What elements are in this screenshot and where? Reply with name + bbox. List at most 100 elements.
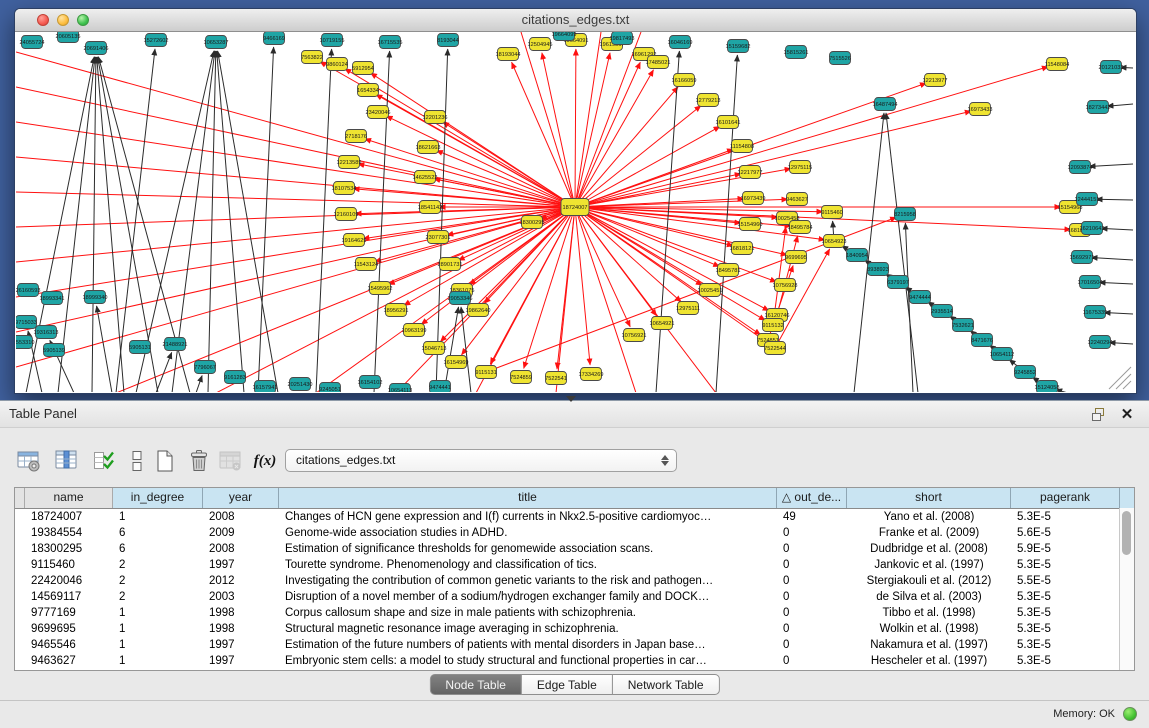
graph-node[interactable]: 18107534 (332, 182, 357, 195)
graph-node[interactable]: 21488921 (163, 338, 188, 351)
close-panel-icon[interactable]: ✕ (1117, 405, 1137, 423)
cell-year[interactable]: 1998 (203, 621, 279, 637)
graph-node[interactable]: 9115131 (475, 366, 496, 379)
graph-node[interactable]: 7522544 (764, 342, 786, 355)
table-row[interactable]: 911546021997Tourette syndrome. Phenomeno… (15, 557, 1134, 573)
graph-node[interactable]: 15495962 (368, 282, 393, 295)
table-row[interactable]: 946554611997Estimation of the future num… (15, 637, 1134, 653)
tab-network-table[interactable]: Network Table (613, 674, 720, 695)
graph-node[interactable]: 15124058 (1035, 381, 1060, 393)
cell-pagerank[interactable]: 5.3E-5 (1011, 509, 1120, 525)
create-column-icon[interactable] (148, 445, 182, 477)
delete-table-icon[interactable] (214, 445, 248, 477)
graph-node[interactable]: 10654921 (650, 317, 675, 330)
cell-short[interactable]: de Silva et al. (2003) (847, 589, 1011, 605)
cell-year[interactable]: 2008 (203, 541, 279, 557)
column-header-title[interactable]: title (279, 488, 777, 508)
graph-node[interactable]: 8938923 (867, 263, 889, 276)
cell-name[interactable]: 22420046 (25, 573, 113, 589)
column-header-name[interactable]: name (25, 488, 113, 508)
cell-pagerank[interactable]: 5.6E-5 (1011, 525, 1120, 541)
graph-node[interactable]: 9474444 (909, 291, 931, 304)
cell-in_degree[interactable]: 1 (113, 653, 203, 669)
graph-node[interactable]: 26160593 (16, 284, 40, 297)
graph-node[interactable]: 18956291 (384, 304, 409, 317)
graph-node[interactable]: 28901731 (438, 258, 463, 271)
graph-node[interactable]: 8193044 (437, 34, 459, 47)
cell-pagerank[interactable]: 5.3E-5 (1011, 605, 1120, 621)
cell-title[interactable]: Changes of HCN gene expression and I(f) … (279, 509, 777, 525)
table-row[interactable]: 1456911722003Disruption of a novel membe… (15, 589, 1134, 605)
graph-node[interactable]: 18300295 (520, 216, 545, 229)
tab-edge-table[interactable]: Edge Table (522, 674, 613, 695)
graph-node[interactable]: 10654923 (822, 235, 847, 248)
cell-year[interactable]: 2012 (203, 573, 279, 589)
cell-title[interactable]: Embryonic stem cells: a model to study s… (279, 653, 777, 669)
cell-title[interactable]: Genome-wide association studies in ADHD. (279, 525, 777, 541)
graph-node[interactable]: 19664099 (552, 32, 577, 41)
graph-node[interactable]: 12779213 (696, 94, 721, 107)
graph-node[interactable]: 9463627 (786, 193, 808, 206)
graph-node[interactable]: 5912954 (352, 62, 374, 75)
graph-node[interactable]: 14625522 (413, 171, 438, 184)
graph-node[interactable]: 24055724 (20, 36, 45, 49)
cell-title[interactable]: Estimation of significance thresholds fo… (279, 541, 777, 557)
graph-node[interactable]: 15154960 (738, 218, 763, 231)
graph-node[interactable]: 16046169 (668, 36, 693, 49)
graph-node[interactable]: 16154969 (444, 356, 469, 369)
graph-node[interactable]: 15159682 (726, 40, 751, 53)
cell-out_degree[interactable]: 0 (777, 573, 847, 589)
graph-node[interactable]: 17016504 (1078, 276, 1103, 289)
cell-name[interactable]: 9115460 (25, 557, 113, 573)
graph-node[interactable]: 16210643 (1080, 222, 1105, 235)
graph-node[interactable]: 19316313 (34, 326, 59, 339)
graph-node[interactable]: 11675339 (1083, 306, 1107, 319)
graph-node[interactable]: 12213977 (923, 74, 948, 87)
graph-node[interactable]: 10756928 (773, 279, 798, 292)
cell-name[interactable]: 9463627 (25, 653, 113, 669)
cell-in_degree[interactable]: 1 (113, 509, 203, 525)
graph-node[interactable]: 10654113 (388, 384, 412, 393)
graph-node[interactable]: 12504945 (528, 38, 553, 51)
cell-short[interactable]: Franke et al. (2009) (847, 525, 1011, 541)
graph-node[interactable]: 8215958 (894, 208, 916, 221)
select-columns-icon[interactable] (88, 445, 122, 477)
cell-in_degree[interactable]: 2 (113, 557, 203, 573)
cell-title[interactable]: Estimation of the future numbers of pati… (279, 637, 777, 653)
cell-in_degree[interactable]: 2 (113, 573, 203, 589)
graph-node[interactable]: 20121033 (1099, 61, 1124, 74)
cell-year[interactable]: 2008 (203, 509, 279, 525)
delete-column-icon[interactable] (182, 445, 216, 477)
graph-node[interactable]: 10963199 (402, 324, 427, 337)
graph-node[interactable]: 17334269 (579, 368, 604, 381)
graph-node[interactable]: 19164629 (342, 234, 367, 247)
cell-year[interactable]: 1997 (203, 653, 279, 669)
graph-node[interactable]: 12213589 (337, 156, 362, 169)
cell-pagerank[interactable]: 5.9E-5 (1011, 541, 1120, 557)
column-header-in_degree[interactable]: in_degree (113, 488, 203, 508)
cell-short[interactable]: Stergiakouli et al. (2012) (847, 573, 1011, 589)
cell-in_degree[interactable]: 6 (113, 541, 203, 557)
graph-node[interactable]: 17485021 (646, 56, 671, 69)
graph-node[interactable]: 18621663 (416, 141, 441, 154)
table-vertical-scrollbar[interactable] (1119, 508, 1134, 670)
cell-short[interactable]: Yano et al. (2008) (847, 509, 1011, 525)
graph-node[interactable]: 18495784 (788, 221, 813, 234)
graph-node[interactable]: 16973439 (741, 192, 766, 205)
graph-node[interactable]: 18193044 (496, 48, 521, 61)
cell-title[interactable]: Tourette syndrome. Phenomenology and cla… (279, 557, 777, 573)
function-builder-icon[interactable]: f(x) (248, 445, 282, 477)
cell-name[interactable]: 9777169 (25, 605, 113, 621)
cell-in_degree[interactable]: 1 (113, 637, 203, 653)
cell-pagerank[interactable]: 5.5E-5 (1011, 573, 1120, 589)
zoom-window-icon[interactable] (77, 14, 89, 26)
graph-node[interactable]: 18541142 (418, 201, 442, 214)
graph-node[interactable]: 16973433 (968, 103, 993, 116)
graph-node[interactable]: 7563822 (301, 51, 323, 64)
table-mode-icon[interactable] (12, 445, 46, 477)
minimize-window-icon[interactable] (57, 14, 69, 26)
table-row[interactable]: 2242004622012Investigating the contribut… (15, 573, 1134, 589)
cell-in_degree[interactable]: 1 (113, 605, 203, 621)
cell-year[interactable]: 2003 (203, 589, 279, 605)
graph-node[interactable]: 10756921 (622, 329, 647, 342)
